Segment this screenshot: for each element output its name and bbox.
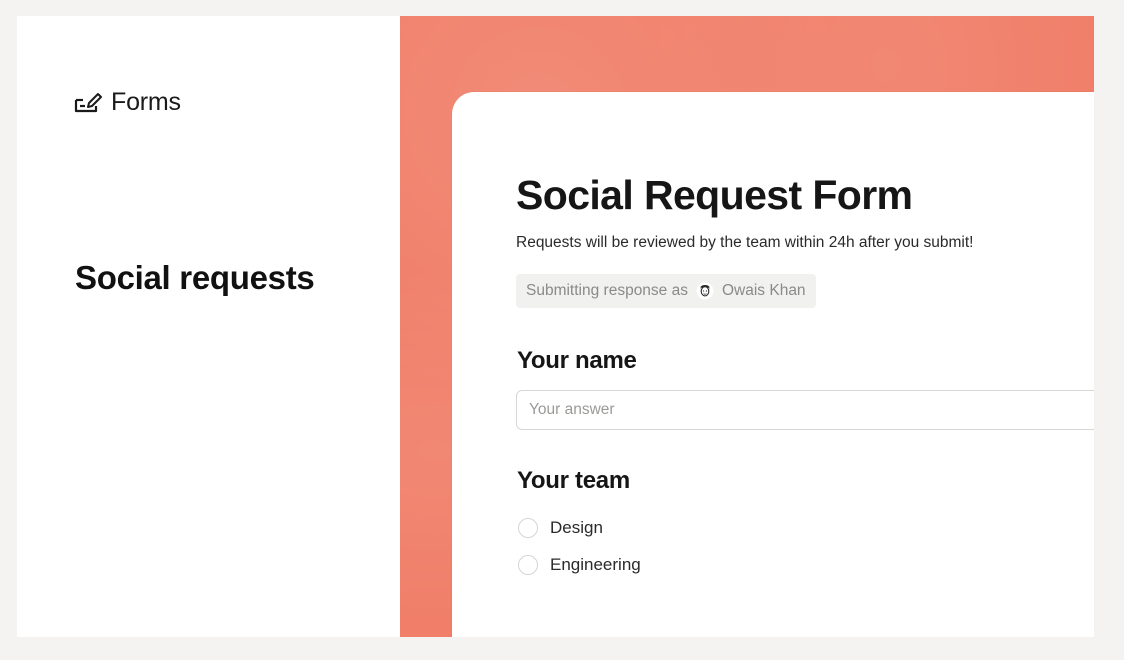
form-card: Social Request Form Requests will be rev… bbox=[452, 92, 1094, 637]
team-option-design[interactable]: Design bbox=[518, 518, 603, 538]
form-pencil-icon bbox=[73, 91, 103, 115]
radio-button[interactable] bbox=[518, 518, 538, 538]
brand[interactable]: Forms bbox=[73, 88, 181, 117]
question-name-label: Your name bbox=[517, 347, 637, 374]
question-team-label: Your team bbox=[517, 467, 630, 494]
form-backdrop: Social Request Form Requests will be rev… bbox=[400, 16, 1094, 637]
option-label: Engineering bbox=[550, 555, 641, 574]
form-title: Social Request Form bbox=[516, 172, 913, 218]
option-label: Design bbox=[550, 518, 603, 537]
respondent-prefix: Submitting response as bbox=[526, 282, 688, 299]
name-input[interactable] bbox=[516, 390, 1094, 430]
team-option-engineering[interactable]: Engineering bbox=[518, 555, 641, 575]
page-title: Social requests bbox=[75, 259, 315, 296]
brand-label: Forms bbox=[111, 88, 181, 116]
radio-button[interactable] bbox=[518, 555, 538, 575]
sidebar-panel: Forms Social requests bbox=[17, 16, 400, 637]
respondent-badge: Submitting response as Owais Khan bbox=[516, 274, 816, 308]
avatar bbox=[696, 282, 714, 300]
form-description: Requests will be reviewed by the team wi… bbox=[516, 234, 974, 251]
app-frame: Forms Social requests Social Request For… bbox=[17, 16, 1094, 637]
respondent-name: Owais Khan bbox=[721, 282, 806, 299]
